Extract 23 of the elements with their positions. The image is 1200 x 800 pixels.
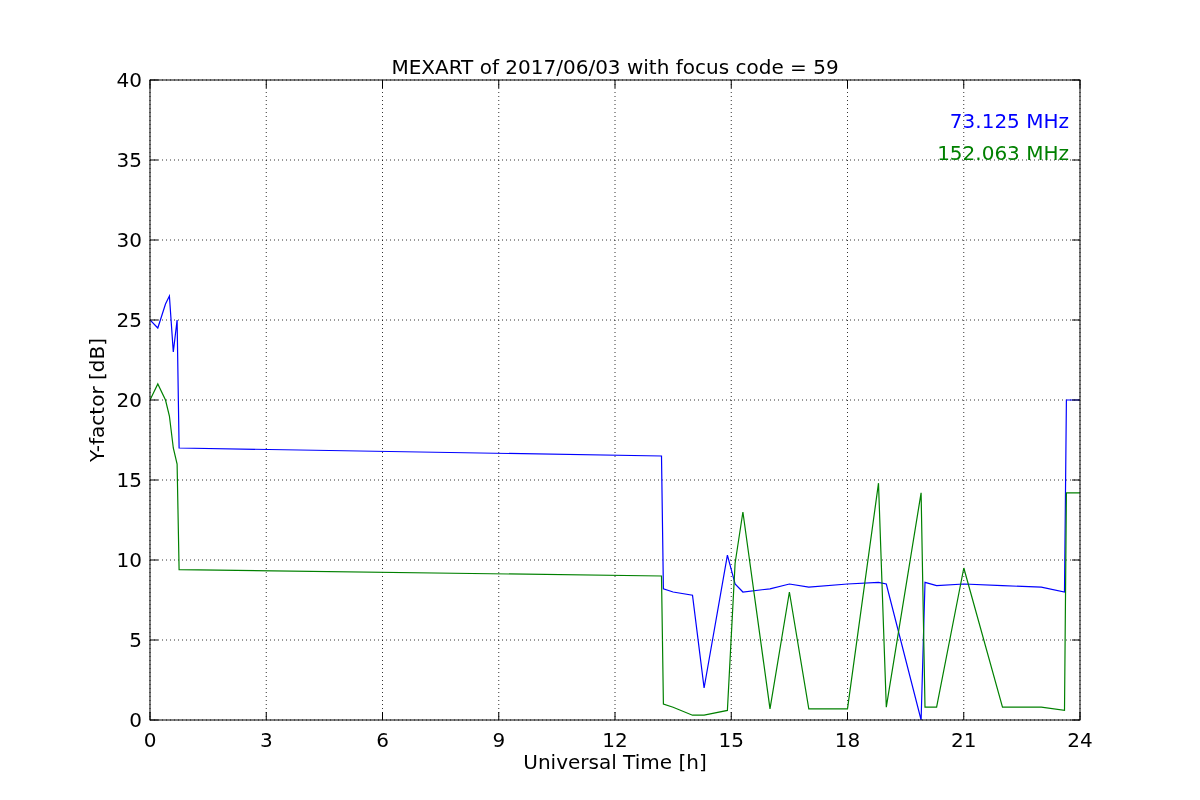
x-tick-label: 21: [951, 728, 977, 752]
y-tick-label: 25: [116, 308, 142, 332]
y-tick-label: 5: [129, 628, 142, 652]
y-tick-label: 0: [129, 708, 142, 732]
x-tick-label: 24: [1067, 728, 1093, 752]
y-tick-label: 10: [116, 548, 142, 572]
y-axis-label: Y-factor [dB]: [85, 338, 109, 462]
y-tick-label: 35: [116, 148, 142, 172]
legend-label: 152.063 MHz: [937, 141, 1069, 165]
chart-title: MEXART of 2017/06/03 with focus code = 59: [391, 55, 839, 79]
x-tick-label: 6: [376, 728, 389, 752]
x-tick-label: 12: [602, 728, 628, 752]
y-tick-label: 15: [116, 468, 142, 492]
x-tick-label: 3: [259, 728, 273, 752]
y-tick-label: 20: [116, 388, 142, 412]
legend-label: 73.125 MHz: [949, 109, 1069, 133]
x-tick-label: 0: [143, 728, 157, 752]
x-tick-label: 15: [718, 728, 744, 752]
y-tick-label: 40: [116, 68, 142, 92]
x-axis-label: Universal Time [h]: [523, 750, 707, 774]
x-tick-label: 18: [834, 728, 861, 752]
x-tick-label: 9: [492, 728, 506, 752]
y-tick-label: 30: [116, 228, 142, 252]
